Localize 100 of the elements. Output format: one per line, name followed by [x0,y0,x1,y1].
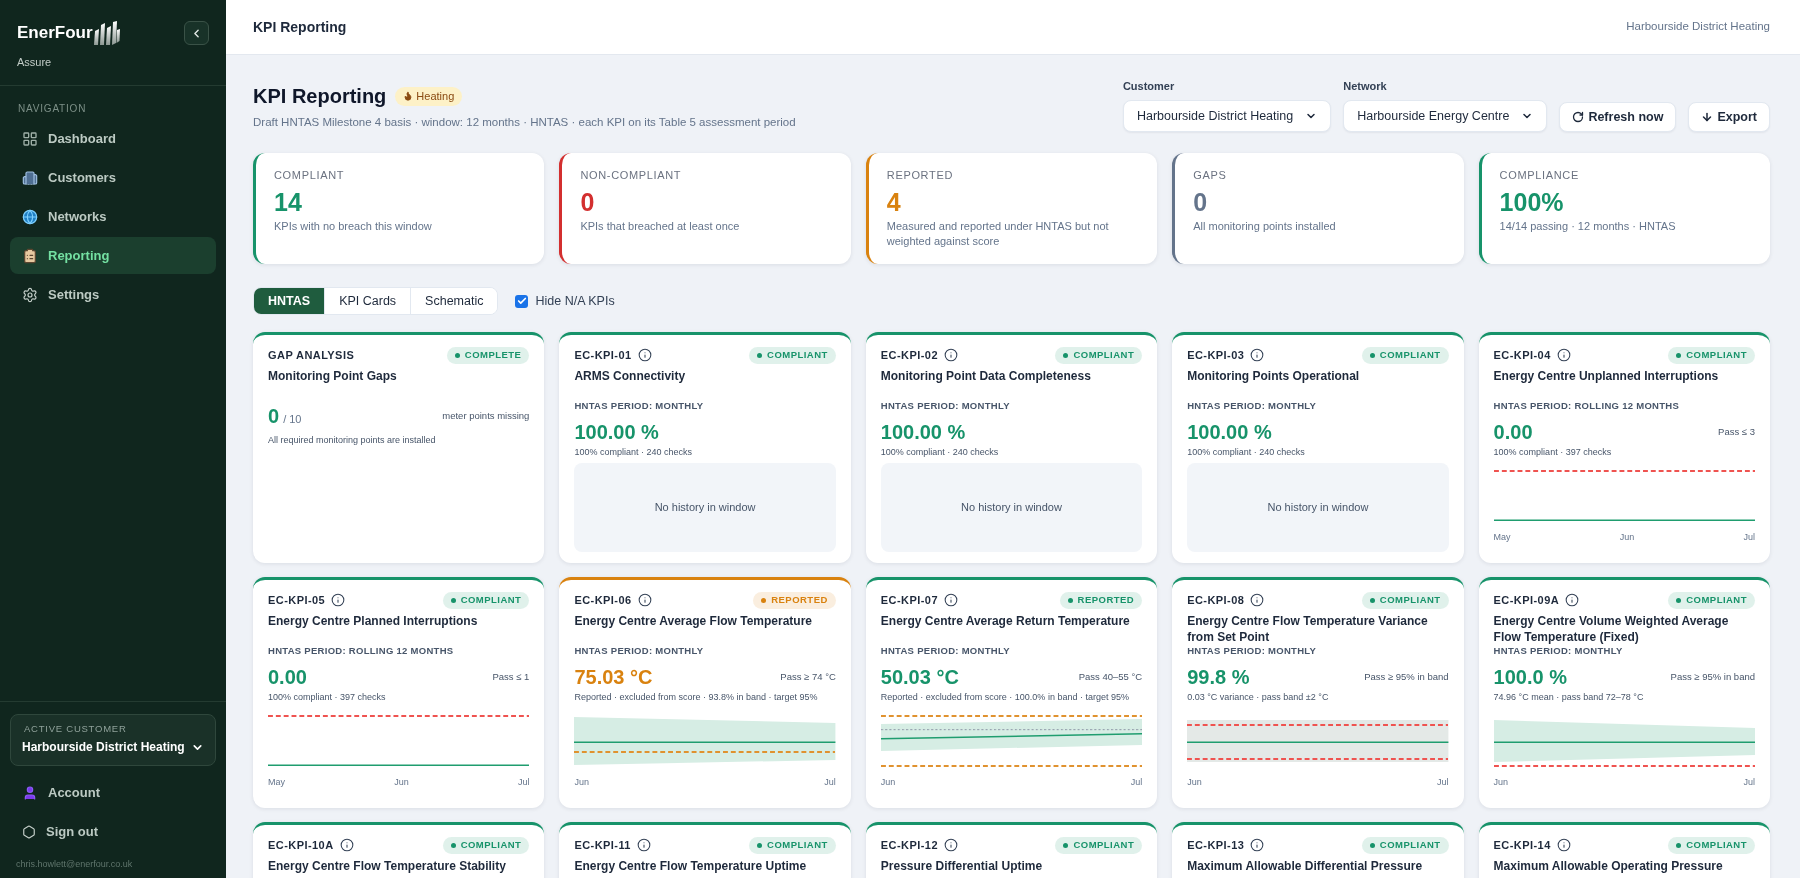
kpi-title: ARMS Connectivity [574,368,687,385]
summary-value: 14 [274,188,303,216]
status-label: COMPLIANT [767,839,828,851]
download-icon [1701,111,1714,123]
info-icon[interactable] [637,348,652,362]
axis-label: Jul [824,776,836,788]
summary-description: KPIs that breached at least once [580,219,741,234]
kpi-code: EC-KPI-03 [1187,347,1245,363]
kpi-title: Energy Centre Flow Temperature Variance from Set Point [1187,613,1429,645]
kpi-period: HNTAS PERIOD: MONTHLY [880,400,1011,412]
summary-value: 0 [580,188,596,216]
kpi-target: Pass ≤ 1 [492,669,530,684]
view-tab[interactable]: HNTAS [254,288,326,314]
kpi-value: 100.00 % [574,420,659,445]
nav-item[interactable]: Dashboard [10,120,216,157]
kpi-code: EC-KPI-10A [268,837,334,853]
status-label: COMPLIANT [767,349,828,361]
action-button[interactable]: Refresh now [1559,102,1677,132]
info-icon[interactable] [943,838,958,852]
flame-icon [403,91,414,101]
customer-select[interactable]: Harbourside District Heating [22,738,204,756]
info-icon[interactable] [1250,348,1265,362]
kpi-value: 100.00 % [880,420,966,445]
kpi-code: EC-KPI-14 [1493,837,1551,853]
kpi-code: EC-KPI-04 [1493,347,1551,363]
kpi-target: Pass ≥ 74 °C [780,669,836,684]
status-label: COMPLIANT [1073,349,1135,361]
info-icon[interactable] [1250,593,1265,607]
info-icon[interactable] [943,348,958,362]
grid-icon [22,130,38,147]
kpi-code: EC-KPI-06 [574,592,632,608]
kpi-title: Pressure Differential Uptime [880,858,1044,875]
globe-icon [22,208,38,225]
info-icon[interactable] [1556,348,1571,362]
kpi-detail: 100% compliant · 397 checks [268,691,387,703]
filter-select[interactable]: Harbourside Energy Centre [1343,100,1548,132]
info-icon[interactable] [943,593,958,607]
info-icon[interactable] [331,593,346,607]
action-button[interactable]: Export [1688,102,1770,132]
refresh-icon [1572,111,1585,123]
active-customer-label: ACTIVE CUSTOMER [23,723,128,735]
kpi-period: HNTAS PERIOD: MONTHLY [1493,645,1624,657]
settings-icon [22,286,38,303]
summary-description: Measured and reported under HNTAS but not weighted against score [886,219,1110,249]
gap-count: 0 [268,404,280,429]
summary-description: All monitoring points installed [1193,219,1337,234]
kpi-period: HNTAS PERIOD: ROLLING 12 MONTHS [1493,400,1681,412]
status-label: COMPLIANT [460,839,522,851]
info-icon[interactable] [1556,838,1571,852]
info-icon[interactable] [339,838,354,852]
status-label: COMPLIANT [1379,839,1441,851]
kpi-period: HNTAS PERIOD: MONTHLY [574,645,705,657]
axis-label: Jun [880,776,896,788]
kpi-period: HNTAS PERIOD: MONTHLY [880,645,1011,657]
checkbox[interactable] [515,294,529,308]
summary-label: COMPLIANCE [1499,168,1580,182]
kpi-title: Energy Centre Flow Temperature Stability [268,858,507,875]
logo-bars-icon [93,21,120,45]
axis-label: Jun [1619,531,1635,543]
brand-logo-text: EnerFour [17,22,93,44]
user-menu-item[interactable]: Account [10,774,216,811]
kpi-target: Pass ≥ 95% in band [1670,669,1755,684]
top-bar-context: Harbourside District Heating [1626,19,1770,35]
kpi-code: EC-KPI-02 [880,347,938,363]
kpi-code: EC-KPI-12 [880,837,938,853]
gap-total: / 10 [283,412,302,427]
kpi-title: Energy Centre Planned Interruptions [268,613,479,630]
nav-item[interactable]: Settings [10,276,216,313]
collapse-sidebar-button[interactable] [184,21,209,45]
kpi-detail: Reported · excluded from score · 93.8% in band · target 95% [574,691,819,703]
kpi-title: Maximum Allowable Differential Pressure [1187,858,1424,875]
kpi-value: 99.8 % [1187,665,1250,690]
kpi-code: EC-KPI-01 [574,347,632,363]
filter-select[interactable]: Harbourside District Heating [1122,100,1332,132]
info-icon[interactable] [637,593,652,607]
user-menu-item[interactable]: Sign out [10,813,216,850]
kpi-target: Pass ≥ 95% in band [1364,669,1449,684]
kpi-code: EC-KPI-05 [268,592,326,608]
kpi-period: HNTAS PERIOD: MONTHLY [574,400,705,412]
kpi-title: Monitoring Point Gaps [268,368,398,385]
kpi-value: 100.00 % [1187,420,1272,445]
nav-item[interactable]: Networks [10,198,216,235]
nav-heading: NAVIGATION [17,103,88,115]
summary-label: GAPS [1193,168,1228,182]
kpi-title: Energy Centre Volume Weighted Average Flow Temperature (Fixed) [1493,613,1730,645]
nav-item[interactable]: Customers [10,159,216,196]
info-icon[interactable] [1250,838,1265,852]
nav-item[interactable]: Reporting [10,237,216,274]
status-label: COMPLIANT [1379,349,1441,361]
kpi-title: Energy Centre Unplanned Interruptions [1493,368,1720,385]
axis-label: Jun [1493,776,1509,788]
info-icon[interactable] [636,838,651,852]
info-icon[interactable] [1565,593,1580,607]
kpi-title: Energy Centre Flow Temperature Uptime [574,858,808,875]
kpi-detail: All required monitoring points are installed [268,434,437,446]
status-label: COMPLIANT [1073,839,1135,851]
summary-label: COMPLIANT [274,168,346,182]
summary-value: 4 [886,188,902,216]
axis-label: Jun [574,776,589,788]
kpi-value: 0.00 [268,665,307,690]
